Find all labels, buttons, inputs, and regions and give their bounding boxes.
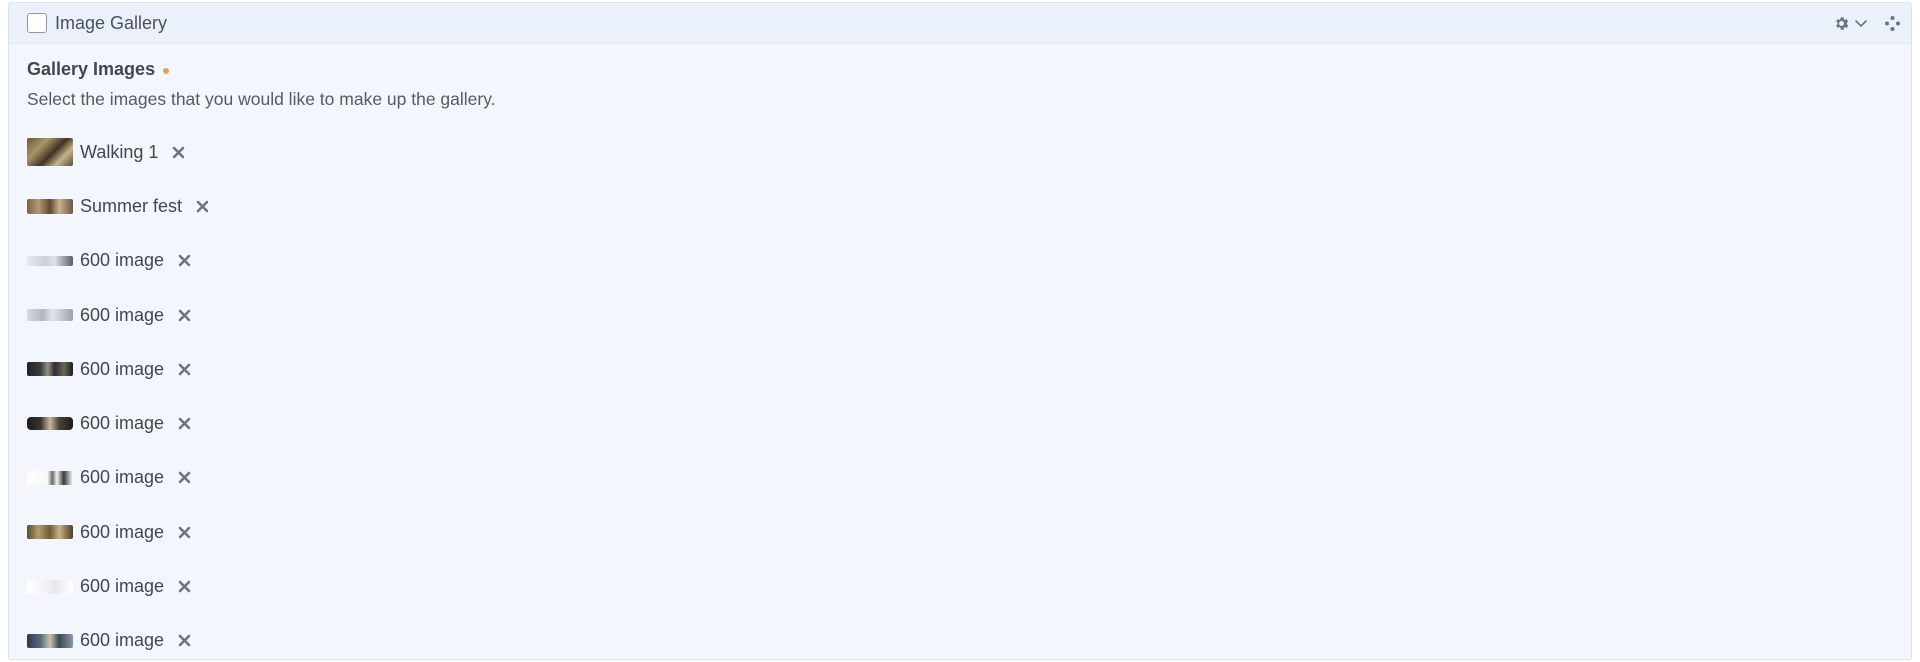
image-thumbnail [27, 362, 73, 377]
image-label: Summer fest [80, 195, 183, 216]
image-thumbnail [27, 579, 73, 594]
remove-image-button[interactable] [176, 307, 192, 323]
image-thumbnail [27, 138, 73, 167]
remove-x-icon [196, 200, 208, 213]
block-select-checkbox[interactable] [27, 13, 47, 33]
remove-x-icon [178, 526, 190, 539]
list-item: 600 image [27, 505, 210, 559]
list-item: 600 image [27, 234, 210, 288]
image-label: 600 image [80, 358, 165, 379]
image-thumbnail [27, 255, 73, 266]
image-label: 600 image [80, 576, 165, 597]
settings-button[interactable] [1833, 11, 1850, 35]
remove-x-icon [178, 472, 190, 484]
field-title: Gallery Images [27, 59, 156, 79]
remove-x-icon [178, 254, 190, 267]
field-title-row: Gallery Images [27, 59, 170, 80]
image-label: Walking 1 [80, 141, 159, 162]
remove-x-icon [178, 417, 190, 430]
list-item: 600 image [27, 342, 210, 396]
image-label: 600 image [80, 250, 165, 271]
block-header: Image Gallery [9, 3, 1911, 44]
image-thumbnail [27, 470, 73, 485]
image-label: 600 image [80, 413, 165, 434]
remove-image-button[interactable] [176, 579, 192, 595]
image-thumbnail [27, 309, 73, 322]
image-label: 600 image [80, 521, 165, 542]
image-gallery-block: Image Gallery Gallery Images Select the … [8, 2, 1912, 660]
gear-icon [1836, 16, 1849, 30]
remove-image-button[interactable] [176, 361, 192, 377]
remove-image-button[interactable] [176, 253, 192, 269]
image-thumbnail [27, 633, 73, 648]
required-indicator [163, 67, 170, 74]
image-label: 600 image [80, 630, 165, 651]
chevron-down-icon [1855, 20, 1867, 27]
image-thumbnail [27, 525, 73, 540]
remove-image-button[interactable] [176, 416, 192, 432]
remove-image-button[interactable] [176, 524, 192, 540]
block-title: Image Gallery [55, 12, 168, 33]
remove-image-button[interactable] [176, 470, 192, 486]
list-item: 600 image [27, 396, 210, 450]
list-item: Summer fest [27, 179, 210, 233]
remove-image-button[interactable] [170, 144, 186, 160]
move-handle[interactable] [1884, 11, 1901, 35]
list-item: 600 image [27, 288, 210, 342]
image-thumbnail [27, 198, 73, 214]
remove-x-icon [178, 309, 190, 321]
list-item: 600 image [27, 614, 210, 659]
remove-x-icon [172, 146, 185, 158]
remove-x-icon [178, 580, 190, 593]
list-item: 600 image [27, 559, 210, 613]
field-description: Select the images that you would like to… [27, 89, 496, 109]
remove-x-icon [178, 635, 190, 647]
settings-dropdown-button[interactable] [1854, 11, 1868, 35]
image-label: 600 image [80, 304, 165, 325]
remove-image-button[interactable] [194, 198, 210, 214]
image-thumbnail [27, 417, 73, 431]
list-item: Walking 1 [27, 125, 210, 179]
gallery-image-list: Walking 1 Summer fest 600 image 600 imag… [27, 125, 210, 659]
block-actions [1833, 3, 1901, 43]
move-handle-icon [1885, 15, 1900, 31]
remove-x-icon [178, 363, 190, 376]
remove-image-button[interactable] [176, 633, 192, 649]
image-label: 600 image [80, 467, 165, 488]
list-item: 600 image [27, 451, 210, 505]
